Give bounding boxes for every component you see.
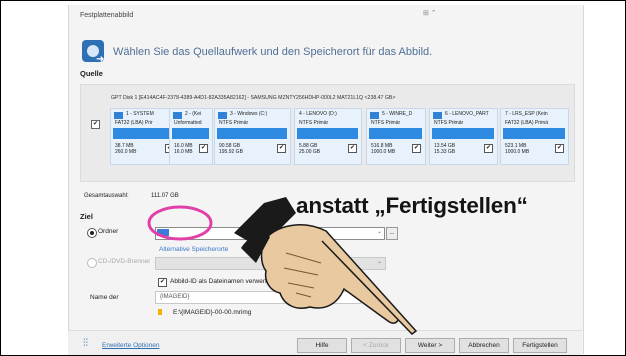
sliders-icon[interactable]: ⫶⫶ (83, 338, 88, 349)
partition-tile[interactable]: 6 - LENOVO_PART NTFS Primär 13.54 GB 15.… (429, 108, 498, 165)
partition-usage-bar (113, 128, 175, 139)
image-id-checkbox[interactable]: ✔ (158, 278, 167, 287)
partition-checkbox[interactable]: ✔ (348, 144, 357, 153)
destination-section-label: Ziel (80, 212, 93, 221)
page-heading: Wählen Sie das Quellaufwerk und den Spei… (113, 46, 433, 58)
partition-usage-bar (297, 128, 358, 139)
partition-checkbox[interactable]: ✔ (484, 144, 493, 153)
partition-name: 7 - LRS_ESP (Kein (505, 111, 548, 117)
partition-fs: Unformatted (174, 120, 202, 126)
arrow-icon: ➜ (96, 54, 105, 65)
partition-tile[interactable]: 5 - WINRE_D NTFS Primär 516.8 MB 1000.0 … (366, 108, 426, 165)
partition-total: 195.92 GB (219, 149, 243, 155)
folder-radio[interactable] (87, 228, 97, 238)
back-button[interactable]: < Zurück (351, 338, 401, 353)
next-button[interactable]: Weiter > (405, 338, 455, 353)
folder-label: Ordner (98, 228, 119, 235)
partition-usage-bar (432, 128, 494, 139)
windows-icon (370, 112, 379, 119)
partition-name: 3 - Windows (C:) (230, 111, 268, 117)
partition-name: 4 - LENOVO (D:) (299, 111, 337, 117)
partition-total: 25.00 GB (299, 149, 321, 155)
alternative-locations-link[interactable]: Alternative Speicherorte (159, 246, 228, 253)
partition-checkbox[interactable]: ✔ (199, 144, 208, 153)
partition-fs: NTFS Primär (371, 120, 401, 126)
partition-total: 16.0 MB (174, 149, 193, 155)
partition-name: 6 - LENOVO_PART (445, 111, 489, 117)
windows-icon (114, 112, 123, 119)
cd-dvd-label: CD-/DVD-Brenner (98, 258, 151, 265)
partition-total: 15.33 GB (434, 149, 456, 155)
disk-info: GPT Disk 1 [E414AC4F-2378-4389-A4D1-82A3… (111, 95, 396, 101)
source-section-label: Quelle (80, 69, 103, 78)
total-selection-label: Gesamtauswahl: (84, 193, 129, 199)
partition-total: 1000.0 MB (505, 149, 530, 155)
partition-usage-bar (369, 128, 422, 139)
windows-icon (433, 112, 442, 119)
total-selection-value: 111.07 GB (151, 193, 179, 199)
partition-checkbox[interactable]: ✔ (555, 144, 564, 153)
windows-icon (173, 112, 182, 119)
partition-usage-bar (217, 128, 287, 139)
partition-checkbox[interactable]: ✔ (277, 144, 286, 153)
disk-checkbox[interactable]: ✔ (91, 120, 100, 129)
help-button[interactable]: Hilfe (297, 338, 347, 353)
partition-tile[interactable]: 7 - LRS_ESP (Kein FAT32 (LBA) Primä 523.… (500, 108, 569, 165)
partition-fs: FAT32 (LBA) Prir (115, 120, 153, 126)
cancel-button[interactable]: Abbrechen (459, 338, 509, 353)
folder-icon (158, 309, 162, 315)
window-title: Festplattenabbild (80, 12, 134, 19)
partition-fs: FAT32 (LBA) Primä (505, 120, 548, 126)
finish-button[interactable]: Fertigstellen (513, 338, 567, 353)
partition-fs: NTFS Primär (299, 120, 329, 126)
cd-dvd-radio[interactable] (87, 258, 97, 268)
partition-tile[interactable]: 2 - (Kei Unformatted 16.0 MB 16.0 MB ✔ (169, 108, 213, 165)
annotation-text: anstatt „Fertigstellen“ (296, 193, 528, 218)
partition-name: 2 - (Kei (185, 111, 202, 117)
highlight-circle (147, 205, 213, 241)
partition-fs: NTFS Primär (434, 120, 464, 126)
partition-tile[interactable]: 4 - LENOVO (D:) NTFS Primär 5.88 GB 25.0… (294, 108, 362, 165)
partition-usage-bar (503, 128, 565, 139)
partition-usage-bar (172, 128, 209, 139)
windows-icon (218, 112, 227, 119)
partition-tile[interactable]: 3 - Windows (C:) NTFS Primär 90.58 GB 19… (214, 108, 291, 165)
partition-checkbox[interactable]: ✔ (412, 144, 421, 153)
window-controls[interactable]: ⊞ ⌃ (423, 9, 437, 17)
partition-total: 260.0 MB (115, 149, 137, 155)
partition-name: 5 - WINRE_D (382, 111, 413, 117)
partition-fs: NTFS Primär (219, 120, 249, 126)
name-label: Name der (90, 294, 119, 301)
partition-total: 1000.0 MB (371, 149, 396, 155)
advanced-options-link[interactable]: Erweiterte Optionen (102, 342, 159, 349)
